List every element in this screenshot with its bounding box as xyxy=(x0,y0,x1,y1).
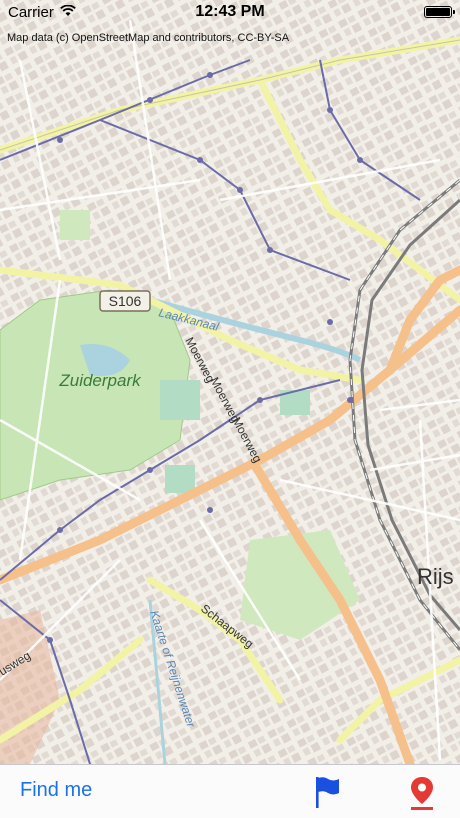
road-shield-label: S106 xyxy=(109,293,142,309)
map-attribution: Map data (c) OpenStreetMap and contribut… xyxy=(7,32,290,44)
road-shield-s106: S106 xyxy=(99,290,151,312)
status-time: 12:43 PM xyxy=(195,3,265,20)
place-label: Rijs xyxy=(417,564,454,589)
map-pin-button[interactable] xyxy=(407,775,437,811)
map-view[interactable]: S106 Zuiderpark Laakkanaal Moerweg Moerw… xyxy=(0,0,460,764)
flag-icon xyxy=(316,777,339,808)
flag-button[interactable] xyxy=(312,775,342,809)
battery-icon xyxy=(424,6,455,18)
find-me-button[interactable]: Find me xyxy=(20,779,92,802)
status-bar: Carrier 12:43 PM xyxy=(0,0,460,26)
map-pin-icon xyxy=(411,777,433,810)
battery-level xyxy=(426,8,450,16)
bottom-toolbar: Find me xyxy=(0,764,460,818)
park-label: Zuiderpark xyxy=(58,371,142,390)
